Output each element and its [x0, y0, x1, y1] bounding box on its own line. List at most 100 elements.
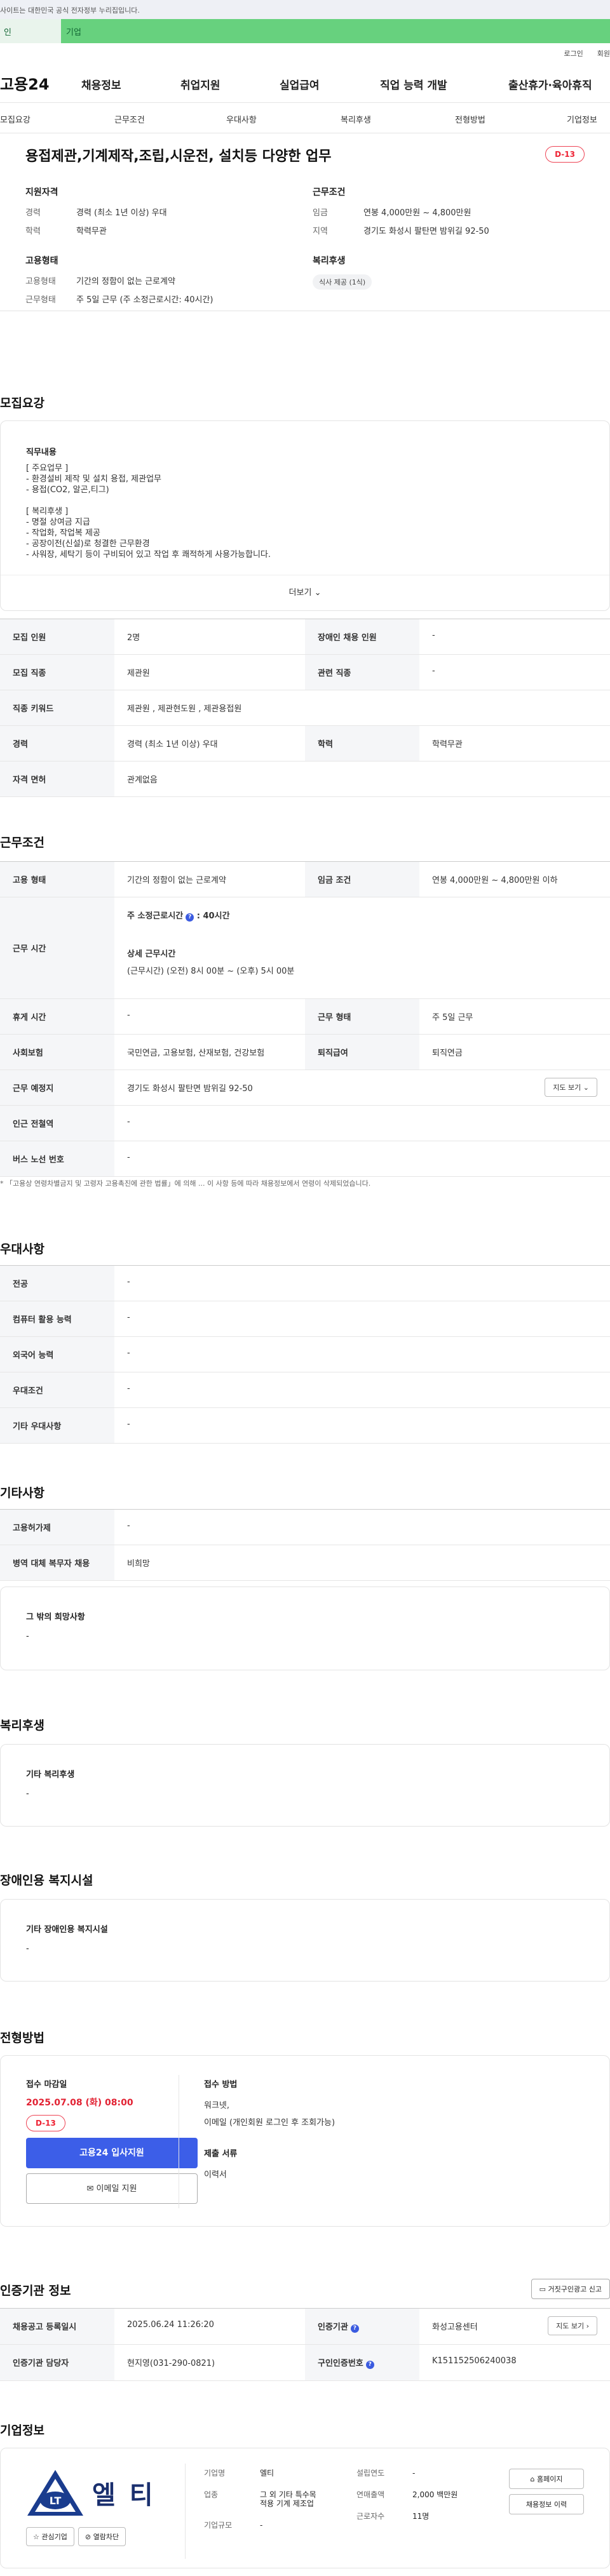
rest-label: 휴게 시간 [0, 999, 114, 1034]
retirement-label: 퇴직급여 [305, 1035, 419, 1070]
founded-value: - [412, 2469, 416, 2478]
info-icon[interactable]: ? [186, 913, 194, 922]
row-label: 외국어 능력 [0, 1337, 114, 1372]
workplace-label: 근무 예정지 [0, 1070, 114, 1105]
education-value: 학력무관 [76, 227, 107, 236]
insurance-label: 사회보험 [0, 1035, 114, 1070]
table-row: 버스 노선 번호 - [0, 1141, 610, 1177]
row-value: - [127, 1277, 130, 1287]
table-row: 경력 경력 (최소 1년 이상) 우대 학력 학력무관 [0, 726, 610, 761]
career-value: 경력 (최소 1년 이상) 우대 [127, 740, 218, 749]
wage-value: 연봉 4,000만원 ~ 4,800만원 이하 [432, 876, 558, 885]
career-value: 경력 (최소 1년 이상) 우대 [76, 208, 167, 218]
company-name-value: 엘티 [260, 2469, 274, 2478]
duty-heading: 직무내용 [26, 448, 57, 457]
row-label: 고용허가제 [0, 1510, 114, 1545]
job-title: 용접제관,기계제작,조립,시운전, 설치등 다양한 업무 [25, 149, 332, 164]
site-logo[interactable]: 고용24 [0, 72, 50, 94]
duty-line: - 명절 상여금 지급 [26, 518, 90, 527]
table-row: 근무 예정지 경기도 화성시 팔탄면 밤위길 92-50 지도 보기 ⌄ [0, 1070, 610, 1106]
workplace-address: 경기도 화성시 팔탄면 밤위길 92-50 [127, 1084, 253, 1094]
row-label: 기타 우대사항 [0, 1408, 114, 1443]
chevron-down-icon: ⌄ [583, 1083, 589, 1092]
method-value-2: 이메일 (개인회원 로그인 후 조회가능) [204, 2118, 336, 2128]
map-button-label: 지도 보기 [556, 2322, 585, 2330]
cert-org-value: 화성고용센터 지도 보기 › [419, 2309, 610, 2344]
nav-unemployment-benefit[interactable]: 실업급여 [280, 76, 320, 92]
cert-number-value: K151152506240038 [432, 2356, 517, 2366]
emptype-label: 고용형태 [25, 277, 56, 286]
tab-company[interactable]: 기업 [61, 19, 128, 43]
nav-employment-support[interactable]: 취업지원 [180, 76, 220, 92]
region-value: 경기도 화성시 팔탄면 밤위길 92-50 [363, 227, 489, 236]
emp-type-value: 기간의 정함이 없는 근로계약 [127, 876, 226, 885]
row-label: 컴퓨터 활용 능력 [0, 1301, 114, 1336]
method-heading: 접수 방법 [204, 2080, 238, 2090]
cert-number-label-text: 구인인증번호 [318, 2359, 363, 2368]
table-row: 우대조건 - [0, 1372, 610, 1408]
report-button[interactable]: ▭ 거짓구인광고 신고 [531, 2279, 610, 2299]
duty-box: 직무내용 [ 주요업무 ] - 환경설비 제작 및 설치 용접, 제관업무 - 용접… [0, 420, 610, 611]
tab-recruit[interactable]: 모집요강 [0, 113, 30, 125]
deadline-block: 접수 마감일 2025.07.08 (화) 08:00 D-13 고용24 입사… [26, 2077, 198, 2204]
rest-value: - [127, 1010, 130, 1020]
tab-work-conditions[interactable]: 근무조건 [114, 113, 145, 125]
tab-preferences[interactable]: 우대사항 [226, 113, 257, 125]
keyword-label: 직종 키워드 [0, 690, 114, 725]
nav-maternity-leave[interactable]: 출산휴가·육아휴직 [508, 76, 592, 92]
career-label: 경력 [25, 208, 41, 218]
workplace-value: 경기도 화성시 팔탄면 밤위길 92-50 지도 보기 ⌄ [114, 1070, 610, 1105]
worktype-value: 주 5일 근무 (주 소정근로시간: 40시간) [76, 295, 214, 305]
emptype-value: 기간의 정함이 없는 근로계약 [76, 277, 175, 286]
nav-jobs[interactable]: 채용정보 [81, 76, 121, 92]
row-value: 비희망 [127, 1559, 150, 1569]
gov-notice-bar: 사이트는 대한민국 공식 전자정부 누리집입니다. [0, 0, 610, 19]
job-summary-card: 용접제관,기계제작,조립,시운전, 설치등 다양한 업무 D-13 지원자격 경… [0, 133, 610, 311]
nav-vocational-training[interactable]: 직업 능력 개발 [380, 76, 447, 92]
tab-screening[interactable]: 전형방법 [455, 113, 485, 125]
tab-welfare[interactable]: 복리후생 [341, 113, 371, 125]
apply-button[interactable]: 고용24 입사지원 [26, 2138, 198, 2168]
sales-value: 2,000 백만원 [412, 2490, 458, 2499]
recruit-heading: 모집요강 [0, 396, 44, 410]
block-icon: ⊘ [85, 2533, 92, 2541]
cert-number-label: 구인인증번호? [305, 2345, 419, 2380]
info-icon[interactable]: ? [350, 2324, 359, 2333]
job-history-button[interactable]: 채용정보 이력 [509, 2494, 584, 2514]
tab-company-info[interactable]: 기업정보 [567, 113, 597, 125]
company-info-right: 설립연도 - 연매출액 2,000 백만원 근로자수 11명 [356, 2469, 496, 2521]
employee-count-label: 근로자수 [356, 2512, 385, 2521]
table-row: 휴게 시간 - 근무 형태 주 5일 근무 [0, 999, 610, 1035]
map-button[interactable]: 지도 보기 ⌄ [545, 1078, 597, 1097]
table-row: 인근 전철역 - [0, 1106, 610, 1141]
conditions-summary: 근무조건 임금 연봉 4,000만원 ~ 4,800만원 지역 경기도 화성시 팔탄… [313, 185, 580, 290]
join-link[interactable]: 회원 [597, 48, 610, 58]
info-icon[interactable]: ? [365, 2361, 374, 2369]
block-button[interactable]: ⊘ 열람차단 [78, 2527, 126, 2546]
docs-value: 이력서 [204, 2170, 227, 2180]
tab-individual[interactable]: 인 [0, 19, 61, 43]
count-label: 모집 인원 [0, 619, 114, 654]
table-row: 모집 직종 제관원 관련 직종 - [0, 655, 610, 690]
homepage-button[interactable]: ⌂ 홈페이지 [509, 2469, 584, 2489]
mail-icon: ✉ [86, 2184, 94, 2194]
global-nav: 고용24 채용정보 취업지원 실업급여 직업 능력 개발 출산휴가·육아휴직 [0, 64, 610, 103]
other-wish-value: - [26, 1632, 29, 1641]
duty-line: [ 주요업무 ] [26, 464, 69, 473]
duty-line: - 사워장, 세탁기 등이 구비되어 있고 작업 후 쾌적하게 사용가능합니다. [26, 550, 271, 560]
login-link[interactable]: 로그인 [564, 48, 583, 58]
age-note: * 「고용상 연령차별금지 및 고령자 고용촉진에 관한 법률」에 의해 ...… [0, 1179, 371, 1188]
std-hours-label: 주 소정근로시간 [127, 911, 184, 921]
email-apply-button[interactable]: ✉ 이메일 지원 [26, 2173, 198, 2204]
map-button[interactable]: 지도 보기 › [548, 2316, 597, 2335]
welfare-box-heading: 기타 복리후생 [26, 1770, 75, 1780]
more-button[interactable]: 더보기 ⌄ [1, 575, 609, 610]
license-label: 자격 면허 [0, 761, 114, 796]
screening-box: 접수 마감일 2025.07.08 (화) 08:00 D-13 고용24 입사… [0, 2055, 610, 2227]
subway-label: 인근 전철역 [0, 1106, 114, 1141]
row-value: - [127, 1384, 130, 1393]
row-label: 병역 대체 복무자 채용 [0, 1545, 114, 1580]
favorite-button[interactable]: ☆ 관심기업 [26, 2527, 74, 2546]
user-type-bar: 인 기업 [0, 19, 610, 43]
table-row: 근무 시간 주 소정근로시간? : 40시간 상세 근무시간 (근무시간) (오… [0, 897, 610, 999]
